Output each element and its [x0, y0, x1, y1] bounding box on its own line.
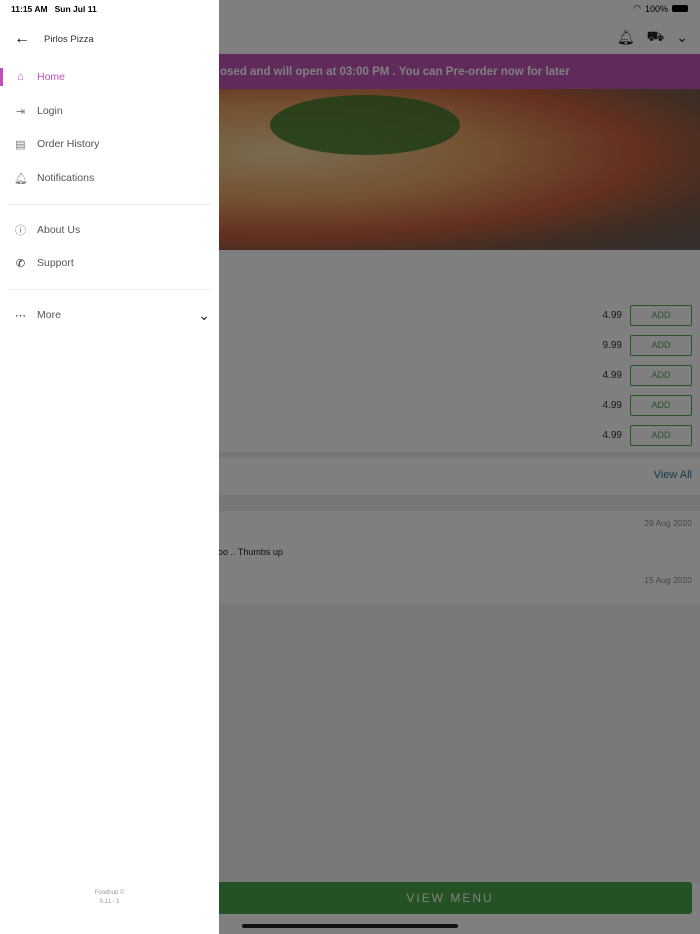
chevron-down-icon[interactable]: ⌄	[198, 307, 210, 324]
login-icon: ⇥	[15, 105, 26, 118]
receipt-icon: ▤	[15, 138, 26, 151]
bell-icon: 🔔︎	[14, 172, 28, 185]
more-icon: ⋯	[15, 309, 26, 322]
drawer-footer: Foodhub © 9.11 - 1	[94, 890, 125, 905]
home-indicator	[242, 924, 458, 928]
phone-icon: ✆	[15, 257, 26, 270]
back-arrow-icon[interactable]: ←	[14, 30, 30, 48]
nav-item-support[interactable]: ✆ Support	[0, 248, 219, 278]
home-icon: ⌂	[17, 71, 24, 83]
nav-item-login[interactable]: ⇥ Login	[0, 96, 219, 126]
nav-item-notifications[interactable]: 🔔︎ Notifications	[0, 163, 219, 193]
restaurant-name: Pirlos Pizza	[44, 33, 94, 45]
divider	[8, 204, 211, 205]
nav-item-home[interactable]: ⌂ Home	[0, 62, 219, 92]
info-icon: ⓘ	[15, 225, 26, 237]
nav-item-about-us[interactable]: ⓘ About Us	[0, 215, 219, 245]
nav-item-order-history[interactable]: ▤ Order History	[0, 129, 219, 159]
status-time: 11:15 AM Sun Jul 11	[11, 4, 97, 14]
divider	[8, 289, 211, 290]
nav-item-more[interactable]: ⋯ More ⌄	[0, 300, 219, 330]
side-drawer: 11:15 AM Sun Jul 11 ← Pirlos Pizza ⌂ Home …	[0, 0, 219, 934]
